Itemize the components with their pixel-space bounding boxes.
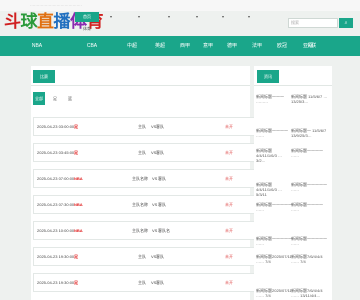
logo-char: 播 [53, 12, 71, 32]
news-item[interactable]: 新闻标题7/6/4/4/4 …… 7/4 [291, 254, 329, 264]
header-tab-dropdown[interactable]: ▾ [243, 12, 255, 22]
match-status: 未开 [225, 280, 233, 285]
match-time: 2025-04-23 19:30:00 [37, 280, 75, 285]
header-tab-dropdown[interactable]: ▾ [163, 12, 175, 22]
nav-item[interactable]: 德甲 [222, 36, 242, 56]
match-league: NBA [74, 176, 83, 181]
news-item[interactable]: 新闻标题一一一一一 …… [256, 202, 292, 212]
vs-label: VS [152, 202, 158, 207]
filter-all[interactable]: 全部 [33, 92, 45, 105]
match-time: 2025-04-23 07:00:00 [37, 176, 75, 181]
match-row[interactable]: 2025-04-23 10:00:00 NBA 主队名称 VS 客队名 未开 [33, 221, 269, 240]
match-time: 2025-04-23 03:00:00 [37, 124, 75, 129]
news-item[interactable]: 新闻标题一一一一 …… [291, 202, 329, 212]
filter-basketball[interactable]: 篮 [64, 92, 76, 105]
news-item[interactable]: 新闻标题一一一一一 …… [291, 182, 329, 192]
news-item[interactable]: 新闻标题4/4/11/1/6/3 … 3/2… [256, 148, 292, 163]
match-league: NBA [74, 228, 83, 233]
match-row[interactable]: 2025-04-23 19:30:00 足 主队 VS 客队 未开 [33, 247, 269, 266]
news-item[interactable]: 新闻标题一一一一 …… [256, 128, 292, 138]
home-team: 主队 [138, 124, 146, 129]
top-utility-text: ······································· [30, 3, 82, 8]
news-item[interactable]: 新闻标题4/4/11/1/6/3 … 5/3/11 [256, 182, 292, 197]
match-time: 2025-04-23 07:30:00 [37, 202, 75, 207]
match-row[interactable]: 2025-04-23 03:00:00 足 主队 VS 客队 未开 [33, 117, 269, 136]
news-item[interactable]: 新闻标题2025/07/11 …… 7/4 [256, 254, 292, 264]
vs-label: VS [152, 176, 158, 181]
filter-football[interactable]: 足 [49, 92, 61, 105]
match-status: 未开 [225, 176, 233, 181]
header-tab-dropdown[interactable]: ▾ [191, 12, 203, 22]
home-team: 主队 [138, 150, 146, 155]
header-tab-dropdown[interactable]: ▾ [133, 12, 145, 22]
match-status: 未开 [225, 202, 233, 207]
nav-item[interactable]: 法甲 [247, 36, 267, 56]
news-item[interactable]: 新闻标题一一一一一 …… [291, 236, 329, 246]
news-item[interactable]: 新闻标题一一一 ……… [256, 94, 292, 104]
match-status: 未开 [225, 124, 233, 129]
header-tab-dropdown[interactable]: ▾ [105, 12, 117, 22]
home-team: 主队 [138, 280, 146, 285]
news-item[interactable]: 新闻标题一 11/5/6/7 13/9/25/3… [291, 128, 329, 138]
vs-label: VS [152, 228, 158, 233]
match-row[interactable]: 2025-04-23 03:45:00 足 主队 VS 客队 未开 [33, 143, 269, 162]
logo-char: 直 [37, 12, 54, 32]
match-time: 2025-04-23 03:45:00 [37, 150, 75, 155]
main-nav: NBA CBA 中超 英超 西甲 意甲 德甲 法甲 欧冠 亚冠 K联 [0, 36, 360, 56]
schedule-title: 比赛 [33, 70, 55, 83]
search-button[interactable]: ⌕ [339, 18, 353, 28]
match-status: 未开 [225, 254, 233, 259]
news-item[interactable]: 新闻标题7/6/4/4/4 …… 13/11/4/4… [291, 288, 329, 298]
nav-item[interactable]: 意甲 [198, 36, 218, 56]
away-team: 客队 [156, 280, 164, 285]
news-item[interactable]: 新闻标题一一一一 …… [291, 148, 329, 158]
header-tab-home[interactable]: 首页 [75, 12, 99, 22]
header-subtab[interactable]: 体育 [75, 24, 99, 34]
news-item[interactable]: 新闻标题2025/07/11 …… 7/4 [256, 288, 292, 298]
away-team: 客队 [156, 254, 164, 259]
schedule-panel-header: 比赛 [31, 66, 250, 86]
match-league: 足 [74, 254, 78, 259]
away-team: 客队 [158, 202, 166, 207]
home-team: 主队名称 [132, 202, 148, 207]
logo-char: 斗 [4, 12, 21, 32]
away-team: 客队 [156, 150, 164, 155]
nav-item[interactable]: CBA [80, 36, 104, 56]
away-team: 客队名 [158, 228, 170, 233]
home-team: 主队 [138, 254, 146, 259]
match-status: 未开 [225, 150, 233, 155]
news-item[interactable]: 新闻标题 11/5/6/7 … 13/25/3… [291, 94, 329, 104]
news-panel-header: 资讯 [254, 66, 332, 86]
home-team: 主队名称 [132, 176, 148, 181]
match-time: 2025-04-23 10:00:00 [37, 228, 75, 233]
match-time: 2025-04-23 19:30:00 [37, 254, 75, 259]
match-league: 足 [74, 150, 78, 155]
match-row[interactable]: 2025-04-23 19:30:00 足 主队 VS 客队 未开 [33, 273, 269, 292]
match-league: 足 [74, 280, 78, 285]
logo-char: 球 [20, 12, 38, 32]
match-row[interactable]: 2025-04-23 07:00:00 NBA 主队名称 VS 客队 未开 [33, 169, 269, 188]
nav-item[interactable]: 英超 [150, 36, 170, 56]
home-team: 主队名称 [132, 228, 148, 233]
nav-item[interactable]: 中超 [122, 36, 142, 56]
nav-item[interactable]: K联 [302, 36, 322, 56]
search-input[interactable]: 搜索 [288, 18, 338, 28]
news-item[interactable]: 新闻标题一一一一一 …… [256, 236, 292, 246]
match-league: NBA [74, 202, 83, 207]
match-league: 足 [74, 124, 78, 129]
nav-item[interactable]: NBA [25, 36, 49, 56]
match-status: 未开 [225, 228, 233, 233]
header-tab-dropdown[interactable]: ▾ [217, 12, 229, 22]
match-row[interactable]: 2025-04-23 07:30:00 NBA 主队名称 VS 客队 未开 [33, 195, 269, 214]
top-utility-bar: ······································· [0, 0, 360, 11]
nav-item[interactable]: 欧冠 [272, 36, 292, 56]
away-team: 客队 [158, 176, 166, 181]
nav-item[interactable]: 西甲 [175, 36, 195, 56]
news-title: 资讯 [257, 70, 279, 83]
away-team: 客队 [156, 124, 164, 129]
